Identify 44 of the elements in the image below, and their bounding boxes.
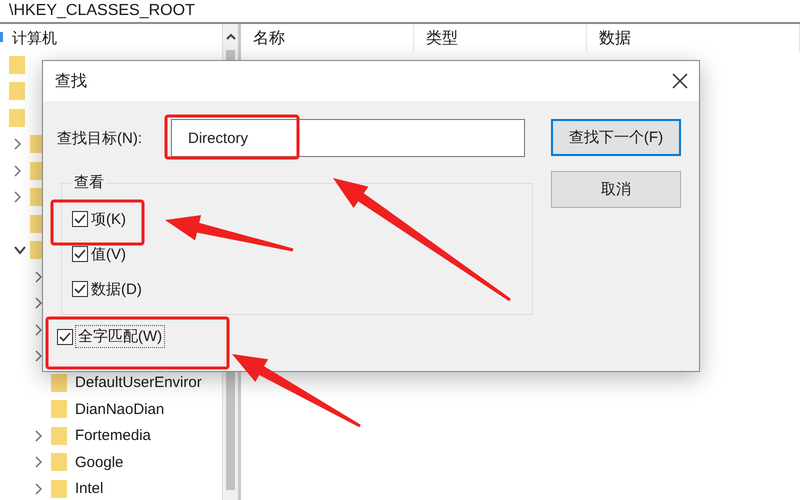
column-header[interactable]: 数据 bbox=[587, 24, 800, 52]
tree-item[interactable]: 计算机 bbox=[10, 26, 59, 50]
expand-chevron-icon[interactable] bbox=[35, 322, 42, 337]
checkbox[interactable] bbox=[72, 246, 88, 262]
expand-chevron-icon[interactable] bbox=[14, 137, 21, 152]
checkbox-label[interactable]: 数据(D) bbox=[91, 280, 142, 298]
scroll-up-icon[interactable] bbox=[226, 32, 236, 42]
checkbox-label[interactable]: 值(V) bbox=[91, 244, 126, 264]
find-what-field[interactable]: Directory bbox=[171, 119, 525, 157]
expand-chevron-icon[interactable] bbox=[35, 482, 42, 496]
checkbox-label[interactable]: 全字匹配(W) bbox=[75, 325, 166, 348]
column-header[interactable]: 类型 bbox=[414, 24, 587, 52]
expand-chevron-icon[interactable] bbox=[35, 455, 42, 470]
checkbox-label[interactable]: 项(K) bbox=[91, 210, 126, 228]
dialog-title: 查找 bbox=[55, 72, 87, 92]
folder-icon bbox=[9, 108, 25, 128]
dialog-button[interactable]: 查找下一个(F) bbox=[551, 119, 681, 156]
folder-icon bbox=[51, 372, 67, 393]
dialog-button[interactable]: 取消 bbox=[551, 171, 681, 208]
expand-chevron-icon[interactable] bbox=[14, 164, 21, 178]
folder-icon bbox=[9, 81, 25, 102]
expand-chevron-icon[interactable] bbox=[35, 349, 42, 364]
expand-chevron-icon[interactable] bbox=[35, 296, 42, 310]
close-icon[interactable] bbox=[671, 72, 689, 90]
checkbox[interactable] bbox=[72, 211, 88, 227]
column-header[interactable]: 名称 bbox=[241, 24, 414, 52]
tree-item[interactable]: Fortemedia bbox=[73, 425, 153, 446]
group-title: 查看 bbox=[72, 173, 106, 192]
folder-icon bbox=[51, 426, 67, 446]
find-what-label: 查找目标(N): bbox=[57, 128, 143, 148]
tree-item[interactable]: Google bbox=[73, 452, 126, 473]
tree-item[interactable]: DianNaoDian bbox=[73, 398, 166, 420]
folder-icon bbox=[51, 452, 67, 472]
tree-item[interactable]: DefaultUserEnviror bbox=[73, 372, 204, 394]
folder-icon bbox=[51, 478, 67, 499]
address-path: \HKEY_CLASSES_ROOT bbox=[9, 2, 195, 20]
expand-chevron-icon[interactable] bbox=[14, 190, 21, 204]
checkbox[interactable] bbox=[72, 281, 88, 297]
checkbox[interactable] bbox=[57, 328, 73, 344]
folder-icon bbox=[51, 399, 67, 420]
tree-item[interactable]: Intel bbox=[73, 478, 106, 500]
folder-icon bbox=[9, 54, 25, 75]
expand-chevron-icon[interactable] bbox=[35, 428, 42, 443]
expand-chevron-icon[interactable] bbox=[35, 270, 42, 284]
